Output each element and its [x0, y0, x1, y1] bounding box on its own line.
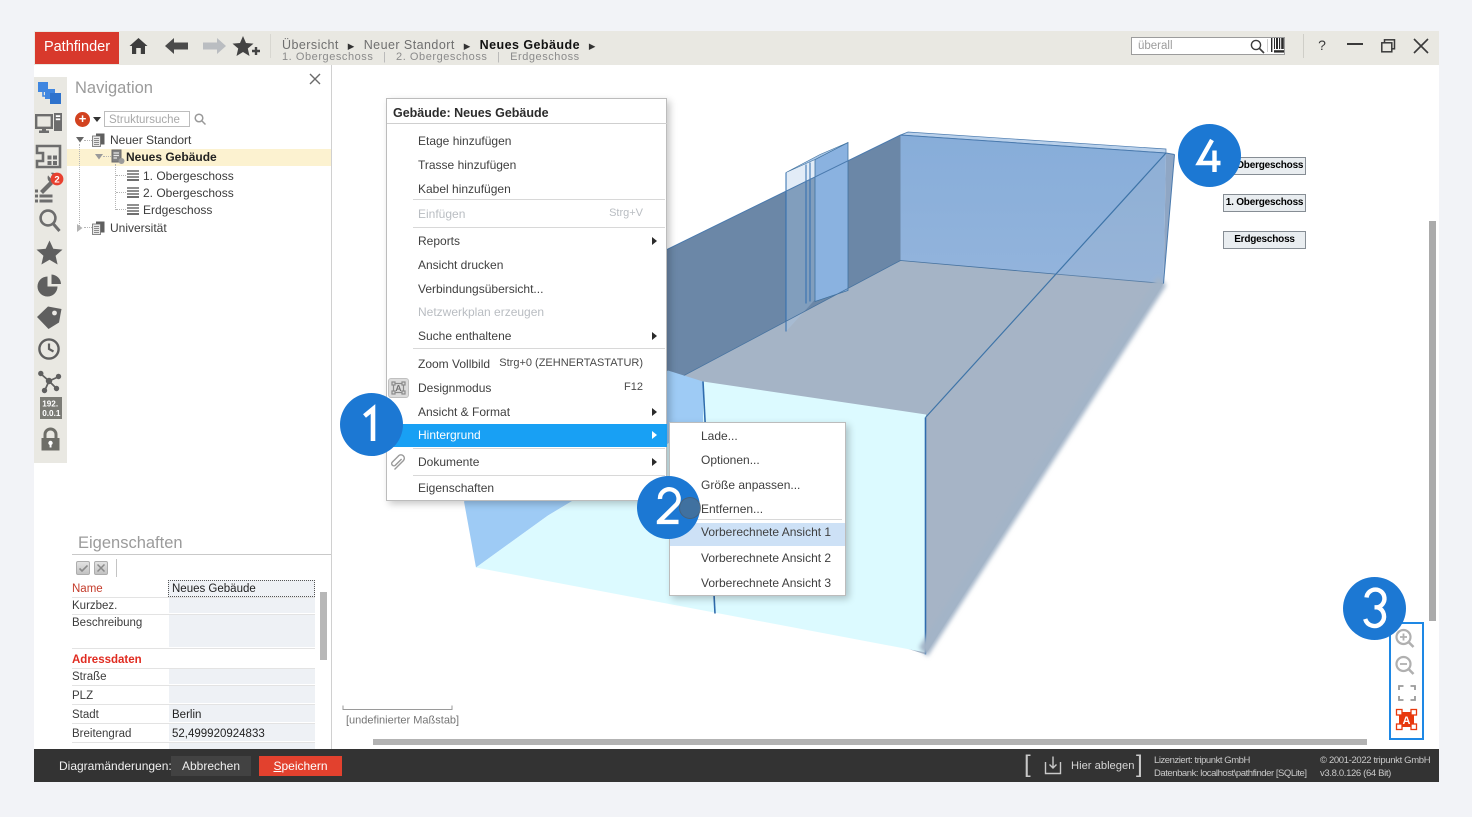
svg-text:[undefinierter Maßstab]: [undefinierter Maßstab] [346, 714, 459, 726]
svg-text:192.: 192. [42, 399, 58, 408]
svg-text:0.0.1: 0.0.1 [42, 409, 61, 418]
svg-text:A: A [1403, 715, 1411, 727]
svg-text:2: 2 [54, 174, 59, 185]
svg-text:A: A [395, 383, 401, 393]
